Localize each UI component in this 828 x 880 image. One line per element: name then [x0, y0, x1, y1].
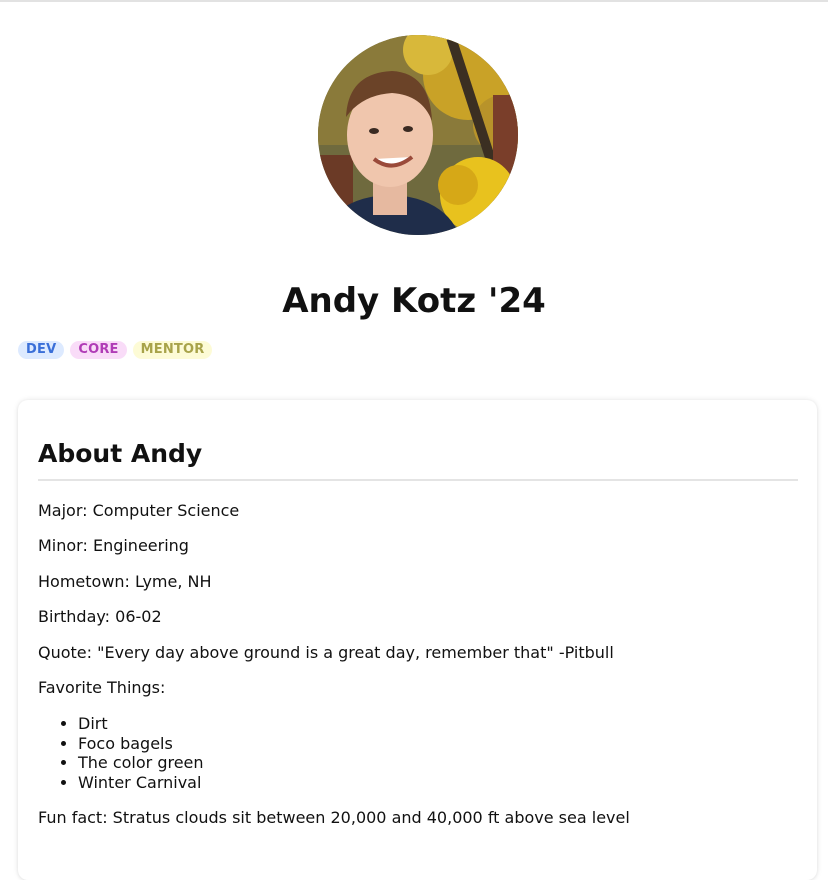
favorites-label: Favorite Things:	[38, 678, 166, 697]
quote-field: Quote: "Every day above ground is a grea…	[38, 643, 614, 662]
major-field: Major: Computer Science	[38, 501, 240, 520]
minor-field: Minor: Engineering	[38, 536, 189, 555]
badge-mentor: MENTOR	[132, 341, 213, 359]
birthday-field: Birthday: 06-02	[38, 607, 162, 626]
top-divider	[0, 0, 828, 2]
avatar	[318, 35, 518, 235]
about-divider	[38, 479, 798, 481]
list-item: Foco bagels	[78, 734, 204, 754]
favorites-list: Dirt Foco bagels The color green Winter …	[38, 714, 204, 792]
about-card: About Andy Major: Computer Science Minor…	[18, 400, 817, 880]
profile-photo-icon	[318, 35, 518, 235]
list-item: Dirt	[78, 714, 204, 734]
badge-core: CORE	[70, 341, 127, 359]
list-item: Winter Carnival	[78, 773, 204, 793]
role-badges: DEV CORE MENTOR	[18, 341, 213, 359]
hometown-field: Hometown: Lyme, NH	[38, 572, 212, 591]
profile-name: Andy Kotz '24	[282, 281, 546, 321]
about-title: About Andy	[38, 439, 203, 468]
badge-dev: DEV	[18, 341, 65, 359]
list-item: The color green	[78, 753, 204, 773]
fun-fact-field: Fun fact: Stratus clouds sit between 20,…	[38, 808, 630, 827]
